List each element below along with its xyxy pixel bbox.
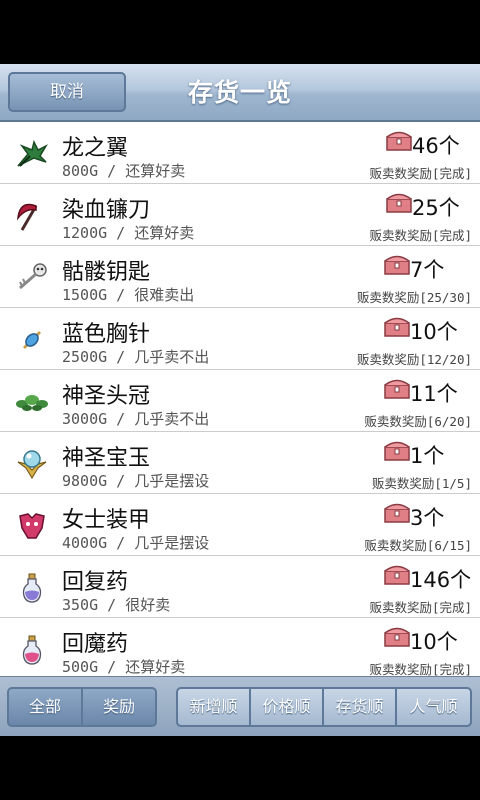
item-price-popularity: 1200G / 还算好卖 [62, 224, 195, 242]
item-stock-count: 46个 [412, 134, 460, 158]
chest-icon [384, 441, 410, 461]
list-item[interactable]: 蓝色胸针 2500G / 几乎卖不出 10个 贩卖数奖励[12/20] [0, 308, 480, 370]
item-name: 神圣宝玉 [62, 446, 151, 471]
item-price-popularity: 500G / 还算好卖 [62, 658, 186, 676]
list-item[interactable]: 神圣头冠 3000G / 几乎卖不出 11个 贩卖数奖励[6/20] [0, 370, 480, 432]
chest-icon [384, 317, 410, 337]
scythe-icon [16, 203, 38, 231]
chest-icon [386, 131, 412, 151]
item-name: 染血镰刀 [62, 198, 151, 223]
brooch-icon [22, 330, 42, 350]
item-price-popularity: 800G / 还算好卖 [62, 162, 186, 180]
skull-key-icon [19, 263, 47, 290]
inventory-list[interactable]: 龙之翼 800G / 还算好卖 46个 贩卖数奖励[完成] 染血镰刀 1200G… [0, 122, 480, 676]
item-name: 回复药 [62, 570, 129, 595]
item-price-popularity: 9800G / 几乎是摆设 [62, 472, 210, 490]
sort-newest-button[interactable]: 新增顺 [176, 687, 251, 727]
orb-icon [17, 450, 47, 480]
sales-reward-status: 贩卖数奖励[完成] [369, 228, 472, 243]
item-stock-count: 3个 [410, 506, 445, 530]
item-name: 女士装甲 [62, 508, 151, 533]
item-name: 骷髅钥匙 [62, 260, 151, 285]
sales-reward-status: 贩卖数奖励[完成] [369, 662, 472, 676]
chest-icon [384, 379, 410, 399]
item-name: 蓝色胸针 [62, 322, 151, 347]
item-price-popularity: 2500G / 几乎卖不出 [62, 348, 210, 366]
sales-reward-status: 贩卖数奖励[1/5] [371, 476, 472, 491]
header-bar: 存货一览 取消 [0, 64, 480, 122]
item-price-popularity: 350G / 很好卖 [62, 596, 171, 614]
list-item[interactable]: 回复药 350G / 很好卖 146个 贩卖数奖励[完成] [0, 556, 480, 618]
item-stock-count: 11个 [410, 382, 458, 406]
screen: 存货一览 取消 龙之翼 800G / 还算好卖 46个 贩卖数奖励[完成] 染血… [0, 0, 480, 800]
filter-all-button[interactable]: 全部 [7, 687, 83, 727]
sales-reward-status: 贩卖数奖励[25/30] [356, 290, 472, 305]
laurel-crown-icon [16, 395, 48, 411]
item-price-popularity: 4000G / 几乎是摆设 [62, 534, 210, 552]
armor-icon [19, 513, 45, 539]
sales-reward-status: 贩卖数奖励[12/20] [356, 352, 472, 367]
list-item[interactable]: 骷髅钥匙 1500G / 很难卖出 7个 贩卖数奖励[25/30] [0, 246, 480, 308]
chest-icon [384, 627, 410, 647]
item-stock-count: 7个 [410, 258, 445, 282]
sort-stock-button[interactable]: 存货顺 [322, 687, 397, 727]
list-item[interactable]: 龙之翼 800G / 还算好卖 46个 贩卖数奖励[完成] [0, 122, 480, 184]
list-item[interactable]: 染血镰刀 1200G / 还算好卖 25个 贩卖数奖励[完成] [0, 184, 480, 246]
item-stock-count: 25个 [412, 196, 460, 220]
sort-popularity-button[interactable]: 人气顺 [395, 687, 472, 727]
filter-reward-button[interactable]: 奖励 [81, 687, 157, 727]
sales-reward-status: 贩卖数奖励[6/15] [364, 538, 472, 553]
item-stock-count: 10个 [410, 630, 458, 654]
list-item[interactable]: 神圣宝玉 9800G / 几乎是摆设 1个 贩卖数奖励[1/5] [0, 432, 480, 494]
dragon-wing-icon [17, 139, 48, 167]
list-item[interactable]: 回魔药 500G / 还算好卖 10个 贩卖数奖励[完成] [0, 618, 480, 676]
chest-icon [384, 255, 410, 275]
item-stock-count: 1个 [410, 444, 445, 468]
item-name: 回魔药 [62, 632, 129, 657]
mana-potion-icon [22, 635, 42, 665]
footer-toolbar: 全部 奖励 新增顺 价格顺 存货顺 人气顺 [0, 676, 480, 736]
item-price-popularity: 1500G / 很难卖出 [62, 286, 195, 304]
item-price-popularity: 3000G / 几乎卖不出 [62, 410, 210, 428]
sales-reward-status: 贩卖数奖励[完成] [369, 600, 472, 615]
item-stock-count: 10个 [410, 320, 458, 344]
item-stock-count: 146个 [410, 568, 472, 592]
sort-price-button[interactable]: 价格顺 [249, 687, 324, 727]
cancel-button[interactable]: 取消 [8, 72, 126, 112]
item-name: 神圣头冠 [62, 384, 151, 409]
chest-icon [386, 193, 412, 213]
list-item[interactable]: 女士装甲 4000G / 几乎是摆设 3个 贩卖数奖励[6/15] [0, 494, 480, 556]
potion-icon [22, 573, 42, 603]
sales-reward-status: 贩卖数奖励[完成] [369, 166, 472, 181]
sales-reward-status: 贩卖数奖励[6/20] [364, 414, 472, 429]
chest-icon [384, 565, 410, 585]
chest-icon [384, 503, 410, 523]
item-name: 龙之翼 [62, 136, 129, 161]
